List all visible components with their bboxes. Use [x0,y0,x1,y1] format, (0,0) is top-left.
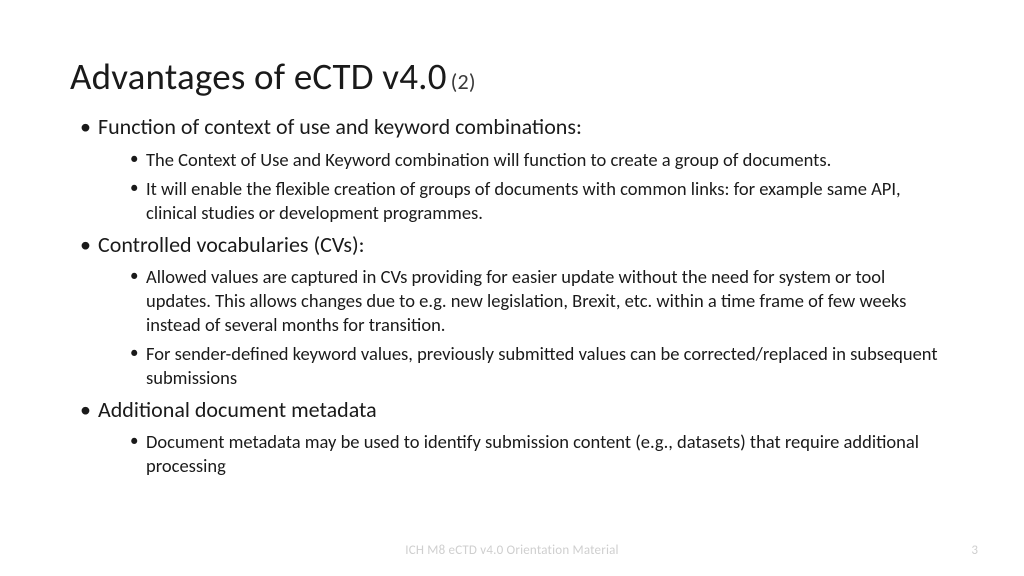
list-item-label: It will enable the flexible creation of … [146,177,901,224]
slide-title: Advantages of eCTD v4.0(2) [70,54,954,99]
list-item-label: Allowed values are captured in CVs provi… [146,265,906,335]
sub-list: The Context of Use and Keyword combinati… [98,148,954,225]
list-item: The Context of Use and Keyword combinati… [98,148,954,172]
title-suffix: (2) [451,68,476,95]
list-item: Controlled vocabularies (CVs): Allowed v… [70,231,954,390]
slide: Advantages of eCTD v4.0(2) Function of c… [0,0,1024,576]
list-item-label: Function of context of use and keyword c… [98,113,582,140]
list-item-label: Additional document metadata [98,396,377,423]
page-number: 3 [971,543,978,558]
title-main: Advantages of eCTD v4.0 [70,54,447,99]
list-item: For sender-defined keyword values, previ… [98,342,954,389]
list-item: It will enable the flexible creation of … [98,177,954,224]
list-item-label: Document metadata may be used to identif… [146,430,919,477]
sub-list: Allowed values are captured in CVs provi… [98,265,954,389]
list-item: Additional document metadata Document me… [70,396,954,478]
sub-list: Document metadata may be used to identif… [98,430,954,477]
list-item-label: For sender-defined keyword values, previ… [146,342,938,389]
footer-text: ICH M8 eCTD v4.0 Orientation Material [0,543,1024,558]
list-item-label: The Context of Use and Keyword combinati… [146,148,831,171]
list-item-label: Controlled vocabularies (CVs): [98,231,365,258]
list-item: Document metadata may be used to identif… [98,430,954,477]
list-item: Allowed values are captured in CVs provi… [98,265,954,336]
bullet-list: Function of context of use and keyword c… [70,113,954,478]
list-item: Function of context of use and keyword c… [70,113,954,225]
